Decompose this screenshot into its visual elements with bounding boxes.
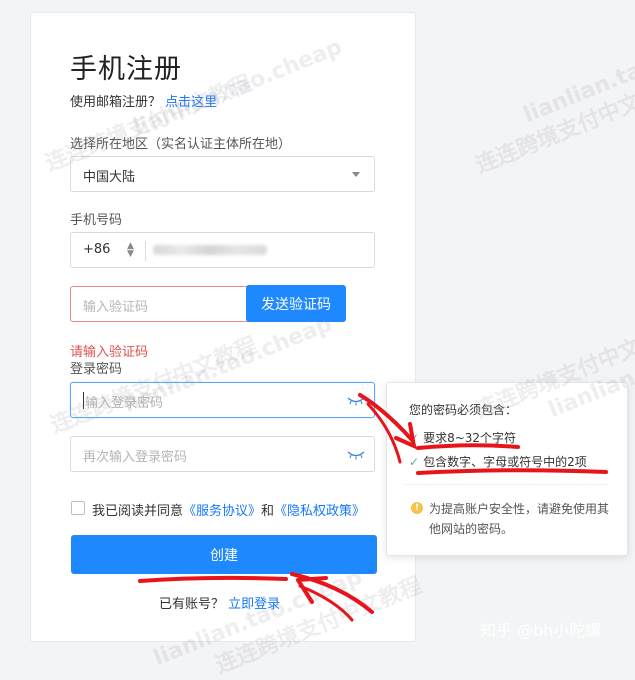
password-input[interactable]: 输入登录密码 (70, 382, 375, 418)
region-label: 选择所在地区（实名认证主体所在地） (70, 137, 292, 152)
eye-closed-icon[interactable] (347, 450, 365, 460)
password-label: 登录密码 (70, 362, 123, 377)
divider (405, 484, 609, 485)
rule-text: 包含数字、字母或符号中的2项 (423, 455, 587, 469)
phone-field: +86 ▲ ▼ (70, 232, 375, 268)
email-prompt: 使用邮箱注册？ (70, 95, 162, 110)
check-icon: ✓ (409, 431, 420, 445)
agreement-and: 和 (261, 504, 275, 519)
caret-down-icon (352, 172, 360, 177)
password-rules-tooltip: 您的密码必须包含： ✓ 要求8~32个字符 ✓ 包含数字、字母或符号中的2项 ! 为… (386, 382, 628, 556)
service-agreement-link[interactable]: 《服务协议》 (183, 504, 261, 519)
phone-number-input[interactable] (153, 245, 267, 255)
confirm-password-input[interactable]: 再次输入登录密码 (70, 436, 375, 472)
password-placeholder: 输入登录密码 (85, 396, 164, 411)
agreement-line: 我已阅读并同意《服务协议》和《隐私权政策》 (92, 500, 365, 519)
divider (145, 241, 146, 261)
privacy-policy-link[interactable]: 《隐私权政策》 (274, 504, 365, 519)
phone-label: 手机号码 (70, 213, 123, 228)
country-code-select[interactable]: +86 (83, 242, 110, 257)
eye-closed-icon[interactable] (347, 396, 365, 406)
agree-checkbox[interactable] (71, 501, 85, 515)
register-card: 手机注册 使用邮箱注册？ 点击这里 选择所在地区（实名认证主体所在地） 中国大陆… (30, 12, 416, 642)
region-select[interactable]: 中国大陆 (70, 156, 375, 192)
watermark: lianlian.tao.cheap (520, 21, 635, 129)
info-icon: ! (411, 502, 423, 514)
rule-item: ✓ 要求8~32个字符 (409, 429, 516, 446)
rule-item: ✓ 包含数字、字母或符号中的2项 (409, 453, 587, 470)
tooltip-title: 您的密码必须包含： (409, 403, 518, 417)
up-down-arrows-icon[interactable]: ▲ ▼ (127, 242, 134, 259)
create-button[interactable]: 创建 (71, 535, 377, 574)
region-value: 中国大陆 (83, 170, 136, 185)
check-icon: ✓ (409, 455, 420, 469)
agreement-text: 我已阅读并同意 (92, 504, 184, 519)
author-credit: 知乎 @bh小陀螺 (480, 621, 602, 640)
email-register-line: 使用邮箱注册？ 点击这里 (70, 91, 217, 110)
login-link[interactable]: 立即登录 (228, 597, 280, 612)
code-placeholder: 输入验证码 (83, 300, 149, 315)
confirm-password-placeholder: 再次输入登录密码 (83, 450, 188, 465)
email-register-link[interactable]: 点击这里 (165, 95, 217, 110)
page-title: 手机注册 (70, 54, 182, 85)
tooltip-warning: 为提高账户安全性，请避免使用其他网站的密码。 (429, 502, 610, 536)
login-line: 已有账号？ 立即登录 (159, 593, 280, 612)
watermark: 连连跨境支付中文教程 (472, 73, 635, 179)
rule-text: 要求8~32个字符 (423, 431, 517, 445)
verification-code-input[interactable]: 输入验证码 (70, 286, 266, 322)
login-prompt: 已有账号？ (159, 597, 225, 612)
text-caret (83, 392, 84, 409)
send-code-button[interactable]: 发送验证码 (246, 285, 346, 322)
